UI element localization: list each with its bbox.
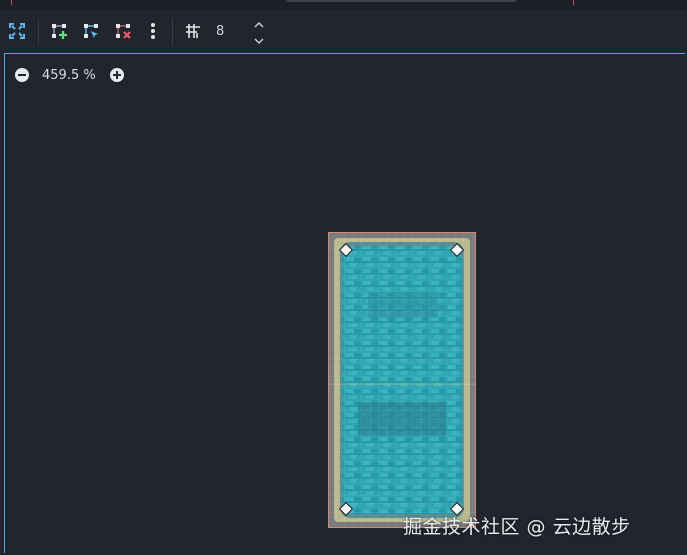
active-tab-edge (286, 0, 516, 2)
fit-view-icon (9, 23, 25, 39)
zoom-in-button[interactable] (109, 68, 124, 82)
editor-toolbar: 8 (0, 10, 687, 54)
remove-point-button[interactable] (112, 20, 134, 42)
watermark-text: 掘金技术社区 @ 云边散步 (403, 516, 631, 538)
tab-marker (573, 0, 574, 5)
zoom-controls: 459.5 % (15, 66, 124, 84)
edit-points-icon (84, 24, 98, 38)
more-options-button[interactable] (142, 20, 164, 42)
more-options-icon (151, 23, 155, 39)
minus-icon (18, 74, 26, 76)
grid-snap-icon (186, 24, 200, 38)
texture-viewport[interactable]: 459.5 % (4, 53, 685, 553)
top-tab-strip (0, 0, 687, 10)
tab-marker (11, 0, 12, 5)
grid-snap-toggle[interactable] (182, 20, 204, 42)
toolbar-separator (172, 18, 173, 46)
zoom-out-button[interactable] (15, 68, 29, 82)
zoom-level-label[interactable]: 459.5 % (42, 68, 96, 83)
plus-icon (112, 71, 121, 79)
texture-region-editor: 8 459.5 % 掘金技术社区 @ 云边散步 (0, 0, 687, 555)
chevron-up-icon[interactable] (250, 18, 268, 32)
add-point-icon (52, 24, 67, 39)
fit-view-button[interactable] (6, 20, 28, 42)
remove-point-icon (116, 24, 131, 39)
snap-step-value[interactable]: 8 (216, 24, 224, 39)
texture-region-preview[interactable] (328, 232, 476, 528)
snap-step-spinner[interactable] (250, 18, 268, 48)
add-point-button[interactable] (48, 20, 70, 42)
chevron-down-icon[interactable] (250, 34, 268, 48)
edit-points-button[interactable] (80, 20, 102, 42)
toolbar-separator (38, 18, 39, 46)
texture-image (328, 232, 476, 528)
